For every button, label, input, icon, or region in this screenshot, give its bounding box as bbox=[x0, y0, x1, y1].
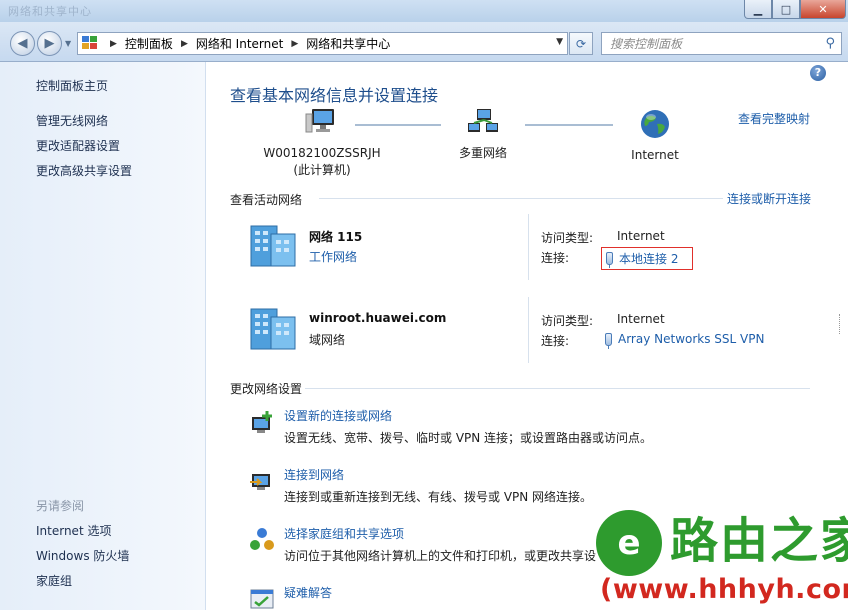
connection-line bbox=[355, 124, 441, 126]
network-divider bbox=[528, 214, 529, 280]
homegroup-link[interactable]: 家庭组 bbox=[36, 572, 129, 597]
search-placeholder: 搜索控制面板 bbox=[610, 37, 683, 51]
connect-network-icon bbox=[250, 474, 270, 490]
minimize-button[interactable]: ▁ bbox=[744, 0, 772, 19]
access-type-label: 访问类型: bbox=[541, 231, 594, 245]
breadcrumb-item[interactable]: 控制面板 bbox=[125, 35, 173, 52]
recent-pages-dropdown-icon[interactable]: ▼ bbox=[65, 39, 71, 48]
globe-icon bbox=[641, 110, 669, 138]
connections-label: 连接: bbox=[541, 251, 570, 265]
connections-label: 连接: bbox=[541, 334, 570, 348]
scroll-indicator bbox=[839, 314, 842, 334]
breadcrumb-item[interactable]: 网络和 Internet bbox=[196, 35, 283, 52]
section-divider bbox=[305, 388, 810, 389]
see-also-label: 另请参阅 bbox=[36, 499, 85, 513]
new-connection-icon bbox=[252, 411, 272, 433]
domain-network-building-icon bbox=[250, 308, 296, 350]
address-dropdown-icon[interactable]: ▼ bbox=[556, 37, 563, 47]
search-input[interactable]: 搜索控制面板 ⚲ bbox=[601, 32, 842, 55]
refresh-button[interactable]: ⟳ bbox=[569, 32, 593, 55]
network-name: 网络 115 bbox=[309, 230, 363, 244]
breadcrumb-separator-icon[interactable]: ▶ bbox=[110, 39, 117, 49]
address-bar[interactable]: ▶ 控制面板 ▶ 网络和 Internet ▶ 网络和共享中心 ▼ bbox=[77, 32, 568, 55]
watermark: e 路由之家 (www.hhhyh.com) bbox=[596, 510, 848, 610]
internet-node: Internet bbox=[615, 108, 695, 164]
troubleshoot-icon bbox=[250, 589, 274, 609]
watermark-logo-icon: e bbox=[596, 510, 662, 576]
windows-firewall-link[interactable]: Windows 防火墙 bbox=[36, 547, 129, 572]
homegroup-sharing-desc: 访问位于其他网络计算机上的文件和打印机，或更改共享设 bbox=[284, 549, 597, 563]
control-panel-icon bbox=[82, 36, 102, 51]
multiple-networks-icon bbox=[468, 109, 498, 132]
troubleshoot-link[interactable]: 疑难解答 bbox=[284, 584, 332, 601]
internet-label: Internet bbox=[631, 148, 679, 162]
access-type-value: Internet bbox=[617, 229, 665, 243]
connection-name: 本地连接 2 bbox=[619, 252, 679, 266]
network-item: 网络 115 工作网络 访问类型: Internet 连接: 本地连接 2 bbox=[247, 214, 807, 290]
change-settings-header: 更改网络设置 bbox=[230, 382, 303, 396]
change-adapter-settings-link[interactable]: 更改适配器设置 bbox=[36, 137, 132, 162]
multiple-networks-node: 多重网络 bbox=[443, 108, 523, 162]
multiple-networks-label: 多重网络 bbox=[458, 146, 507, 160]
watermark-brand: 路由之家 bbox=[670, 513, 848, 569]
network-type-link[interactable]: 工作网络 bbox=[309, 248, 357, 265]
setup-connection-link[interactable]: 设置新的连接或网络 bbox=[284, 407, 392, 424]
see-full-map-link[interactable]: 查看完整映射 bbox=[738, 110, 810, 127]
breadcrumb-separator-icon[interactable]: ▶ bbox=[181, 39, 188, 49]
network-divider bbox=[528, 297, 529, 363]
watermark-url: (www.hhhyh.com) bbox=[600, 574, 848, 605]
connection-line bbox=[525, 124, 613, 126]
ethernet-plug-icon bbox=[605, 332, 612, 349]
task-links: 管理无线网络 更改适配器设置 更改高级共享设置 bbox=[36, 112, 132, 187]
access-type-label: 访问类型: bbox=[541, 314, 594, 328]
network-type: 域网络 bbox=[309, 333, 346, 347]
network-item: winroot.huawei.com 域网络 访问类型: Internet 连接… bbox=[247, 297, 807, 373]
see-also-links: Internet 选项 Windows 防火墙 家庭组 bbox=[36, 522, 129, 597]
homegroup-sharing-link[interactable]: 选择家庭组和共享选项 bbox=[284, 525, 404, 542]
change-advanced-sharing-link[interactable]: 更改高级共享设置 bbox=[36, 162, 132, 187]
access-type-value: Internet bbox=[617, 312, 665, 326]
connect-network-link[interactable]: 连接到网络 bbox=[284, 466, 344, 483]
title-bar: 网络和共享中心 ▁ □ ✕ bbox=[0, 0, 848, 22]
network-name: winroot.huawei.com bbox=[309, 311, 447, 325]
connection-name: Array Networks SSL VPN bbox=[618, 332, 765, 346]
work-network-building-icon bbox=[250, 225, 296, 267]
setup-connection-desc: 设置无线、宽带、拨号、临时或 VPN 连接；或设置路由器或访问点。 bbox=[284, 431, 653, 445]
back-button[interactable]: ◀ bbox=[10, 31, 35, 56]
manage-wireless-link[interactable]: 管理无线网络 bbox=[36, 112, 132, 137]
section-divider bbox=[319, 198, 723, 199]
vpn-connection-link[interactable]: Array Networks SSL VPN bbox=[601, 330, 778, 349]
forward-button[interactable]: ▶ bbox=[37, 31, 62, 56]
connect-network-desc: 连接到或重新连接到无线、有线、拨号或 VPN 网络连接。 bbox=[284, 490, 593, 504]
help-icon[interactable]: ? bbox=[810, 65, 826, 81]
maximize-button[interactable]: □ bbox=[772, 0, 800, 19]
internet-options-link[interactable]: Internet 选项 bbox=[36, 522, 129, 547]
this-computer-node: W00182100ZSSRJH (此计算机) bbox=[257, 108, 387, 179]
left-pane: 控制面板主页 管理无线网络 更改适配器设置 更改高级共享设置 另请参阅 Inte… bbox=[0, 62, 206, 610]
page-title: 查看基本网络信息并设置连接 bbox=[230, 86, 439, 105]
ethernet-plug-icon bbox=[606, 252, 613, 268]
control-panel-home-link[interactable]: 控制面板主页 bbox=[36, 77, 108, 94]
breadcrumb-item[interactable]: 网络和共享中心 bbox=[306, 35, 390, 52]
breadcrumb-separator-icon[interactable]: ▶ bbox=[291, 39, 298, 49]
breadcrumb: ▶ 控制面板 ▶ 网络和 Internet ▶ 网络和共享中心 bbox=[102, 35, 390, 52]
computer-name: W00182100ZSSRJH bbox=[263, 146, 381, 160]
refresh-icon: ⟳ bbox=[575, 36, 587, 51]
search-icon[interactable]: ⚲ bbox=[825, 36, 835, 51]
window-controls: ▁ □ ✕ bbox=[744, 0, 846, 19]
active-networks-header: 查看活动网络 bbox=[230, 193, 303, 207]
local-connection-2-link[interactable]: 本地连接 2 bbox=[601, 247, 694, 270]
computer-icon bbox=[305, 109, 334, 133]
close-button[interactable]: ✕ bbox=[800, 0, 846, 19]
computer-sub: (此计算机) bbox=[293, 163, 351, 177]
connect-disconnect-link[interactable]: 连接或断开连接 bbox=[727, 190, 811, 207]
window-title: 网络和共享中心 bbox=[8, 5, 92, 18]
navigation-bar: ◀ ▶ ▼ ▶ 控制面板 ▶ 网络和 Internet ▶ 网络和共享中心 ▼ … bbox=[0, 22, 848, 62]
homegroup-icon bbox=[250, 528, 274, 550]
